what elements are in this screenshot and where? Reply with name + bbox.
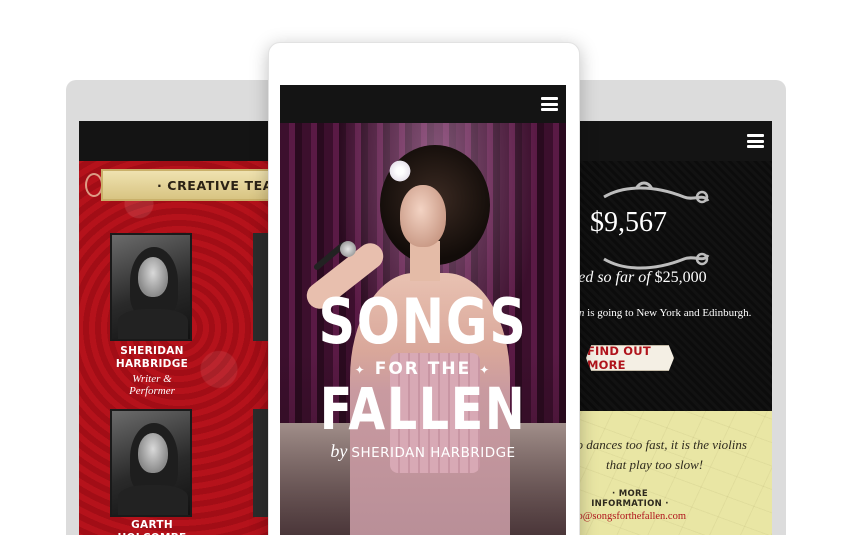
hero-photo: SONGS FOR THE FALLEN bySHERIDAN HARBRIDG… [280, 123, 566, 535]
left-tablet-screen: · CREATIVE TEAM SHERIDAN HARBRIDGE Write… [79, 121, 279, 535]
hamburger-menu-icon[interactable] [541, 97, 558, 111]
singer-face [400, 185, 446, 247]
right-tablet-screen: $9,567 sed so far of $25,000 en is going… [574, 121, 772, 535]
phone-screen: SONGS FOR THE FALLEN bySHERIDAN HARBRIDG… [280, 85, 566, 535]
title-byline: by SHERIDAN HARBRIDGE [330, 441, 516, 461]
amount-raised: $9,567 [590, 207, 667, 238]
contact-email-link[interactable]: fo@songsforthefallen.com [574, 511, 772, 522]
member-name: GARTH HOLCOMBE [117, 519, 186, 535]
headshot-sheridan-harbridge[interactable] [110, 233, 192, 341]
left-top-bar [79, 121, 279, 161]
member-name: SHERIDAN HARBRIDGE [115, 345, 189, 370]
quote-text: ho dances too fast, it is the violins th… [574, 437, 747, 472]
quote-panel: ho dances too fast, it is the violins th… [574, 411, 772, 535]
creative-team-heading: · CREATIVE TEAM [157, 177, 279, 193]
creative-team-banner: · CREATIVE TEAM [101, 169, 279, 201]
headshot-garth-holcombe[interactable] [110, 409, 192, 517]
member-role: Writer & Performer [129, 373, 175, 397]
right-top-bar [574, 121, 772, 161]
find-out-more-button[interactable]: FIND OUT MORE [586, 345, 674, 371]
hamburger-menu-icon[interactable] [747, 134, 764, 148]
phone-top-bar [280, 85, 566, 123]
title-songs: SONGS [318, 285, 528, 358]
more-information-heading: · MORE INFORMATION · [591, 489, 669, 509]
microphone-icon [340, 241, 356, 257]
hair-flower-icon [388, 159, 412, 183]
tour-text: en is going to New York and Edinburgh. [574, 307, 752, 319]
raised-progress-text: sed so far of $25,000 [574, 269, 707, 286]
title-fallen: FALLEN [319, 375, 527, 443]
